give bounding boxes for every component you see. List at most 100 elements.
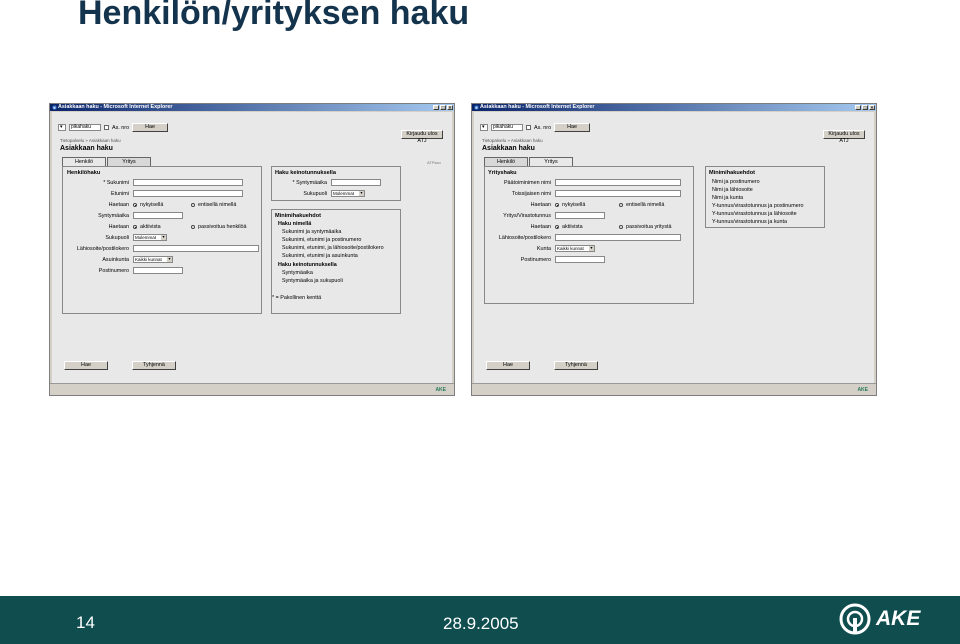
criteria-item: Y-tunnus/virastotunnus ja lähiosoite [712,211,797,217]
page-heading: Asiakkaan haku [60,145,113,152]
window-controls: _ □ × [855,105,875,110]
status-label: Haetaan [530,224,551,230]
quick-search-button[interactable]: Hae [132,123,169,132]
atp-label: ATPsso [427,160,441,165]
ake-logo-text: AKE [876,607,921,630]
slide-title: Henkilön/yrityksen haku [78,0,470,32]
criteria-item: Nimi ja kunta [712,195,744,201]
birthdate-input[interactable] [133,212,183,219]
postcode-input[interactable] [133,267,183,274]
required-note: * = Pakollinen kenttä [272,295,322,301]
address-input[interactable] [133,245,259,252]
passive-radio[interactable] [191,225,195,229]
breadcrumb: Tietopalvelu » Asiakkaan haku [60,138,121,143]
menu-dropdown[interactable]: ▾ [58,124,66,131]
former-name-label: entisellä nimellä [198,202,237,208]
ake-emblem-icon [839,603,871,635]
close-button[interactable]: × [869,105,875,110]
panel-title: Minimihakuehdot [709,170,755,176]
postcode-input[interactable] [555,256,605,263]
clear-button[interactable]: Tyhjennä [132,361,176,370]
page-content: ▾ pikahaku As. nro Hae Kirjaudu ulos ATJ… [474,112,874,383]
checkbox-label: As. nro [534,124,552,131]
aux-name-input[interactable] [555,190,681,197]
current-name-label: nykyisellä [562,202,586,208]
art-gender-select[interactable]: Molemmat [331,190,365,197]
municipality-label: Kunta [536,246,551,252]
close-button[interactable]: × [447,105,453,110]
quick-search-input[interactable]: pikahaku [491,124,523,131]
window-titlebar: e Asiakkaan haku - Microsoft Internet Ex… [50,104,454,111]
customer-number-checkbox[interactable] [526,125,531,130]
former-name-label: entisellä nimellä [626,202,665,208]
art-gender-label: Sukupuoli [303,191,327,197]
former-name-radio[interactable] [619,203,623,207]
postcode-label: Postinumero [98,268,129,274]
active-radio[interactable] [555,225,559,229]
maximize-button[interactable]: □ [440,105,446,110]
maximize-button[interactable]: □ [862,105,868,110]
quick-search-button[interactable]: Hae [554,123,591,132]
address-input[interactable] [555,234,681,241]
municipality-label: Asuinkunta [102,257,129,263]
current-name-radio[interactable] [555,203,559,207]
search-by-label: Haetaan [108,202,129,208]
active-label: aktiivista [562,224,583,230]
logout-button[interactable]: Kirjaudu ulos ATJ [401,130,443,144]
slide: Henkilön/yrityksen haku e Asiakkaan haku… [0,0,960,644]
svg-text:e: e [54,106,56,110]
clear-button[interactable]: Tyhjennä [554,361,598,370]
customer-number-checkbox[interactable] [104,125,109,130]
ake-logo: AKE [838,602,920,636]
municipality-select[interactable]: Kaikki kunnat [133,256,173,263]
former-name-radio[interactable] [191,203,195,207]
minimize-button[interactable]: _ [855,105,861,110]
search-button[interactable]: Hae [486,361,530,370]
municipality-select[interactable]: Kaikki kunnat [555,245,595,252]
panel-title: Yrityshaku [488,170,517,176]
firstname-input[interactable] [133,190,243,197]
window-controls: _ □ × [433,105,453,110]
criteria-item: Sukunimi, etunimi, ja lähiosoite/postilo… [282,245,384,251]
criteria-item: Syntymäaika ja sukupuoli [282,278,343,284]
breadcrumb: Tietopalvelu » Asiakkaan haku [482,138,543,143]
company-search-panel: Yrityshaku Päätoiminimen nimi Toissijais… [484,166,694,304]
criteria-item: Sukunimi, etunimi ja postinumero [282,237,362,243]
current-name-radio[interactable] [133,203,137,207]
main-name-input[interactable] [555,179,681,186]
logout-button[interactable]: Kirjaudu ulos ATJ [823,130,865,144]
art-birthdate-input[interactable] [331,179,381,186]
ake-logo-small: AKE [435,387,446,393]
quick-search-input[interactable]: pikahaku [69,124,101,131]
quick-search-bar: ▾ pikahaku As. nro Hae [480,123,591,132]
criteria-item: Sukunimi, etunimi ja asuinkunta [282,253,358,259]
address-label: Lähiosoite/postilokero [498,235,551,241]
panel-title: Minimihakuehdot [275,213,321,219]
company-search-window: e Asiakkaan haku - Microsoft Internet Ex… [471,103,877,396]
surname-input[interactable] [133,179,243,186]
surname-label: * Sukunimi [103,180,129,186]
panel-title: Haku keinotunnuksella [275,170,336,176]
gender-select[interactable]: Molemmat [133,234,167,241]
business-id-input[interactable] [555,212,605,219]
quick-search-bar: ▾ pikahaku As. nro Hae [58,123,169,132]
minimize-button[interactable]: _ [433,105,439,110]
current-name-label: nykyisellä [140,202,164,208]
search-by-label: Haetaan [530,202,551,208]
status-bar: AKE [472,383,876,395]
window-titlebar: e Asiakkaan haku - Microsoft Internet Ex… [472,104,876,111]
menu-dropdown[interactable]: ▾ [480,124,488,131]
tab-company[interactable]: Yritys [107,157,151,166]
passive-radio[interactable] [619,225,623,229]
active-label: aktiivista [140,224,161,230]
criteria-item: Sukunimi ja syntymäaika [282,229,342,235]
tab-person[interactable]: Henkilö [484,157,528,166]
search-button[interactable]: Hae [64,361,108,370]
criteria-item: Y-tunnus/virastotunnus ja postinumero [712,203,804,209]
criteria-item: Nimi ja postinumero [712,179,760,185]
window-title: Asiakkaan haku - Microsoft Internet Expl… [58,104,173,110]
active-radio[interactable] [133,225,137,229]
page-content: ▾ pikahaku As. nro Hae Kirjaudu ulos ATJ… [52,112,452,383]
criteria-item: Syntymäaika [282,270,313,276]
minimum-criteria-panel: Minimihakuehdot Nimi ja postinumero Nimi… [705,166,825,228]
